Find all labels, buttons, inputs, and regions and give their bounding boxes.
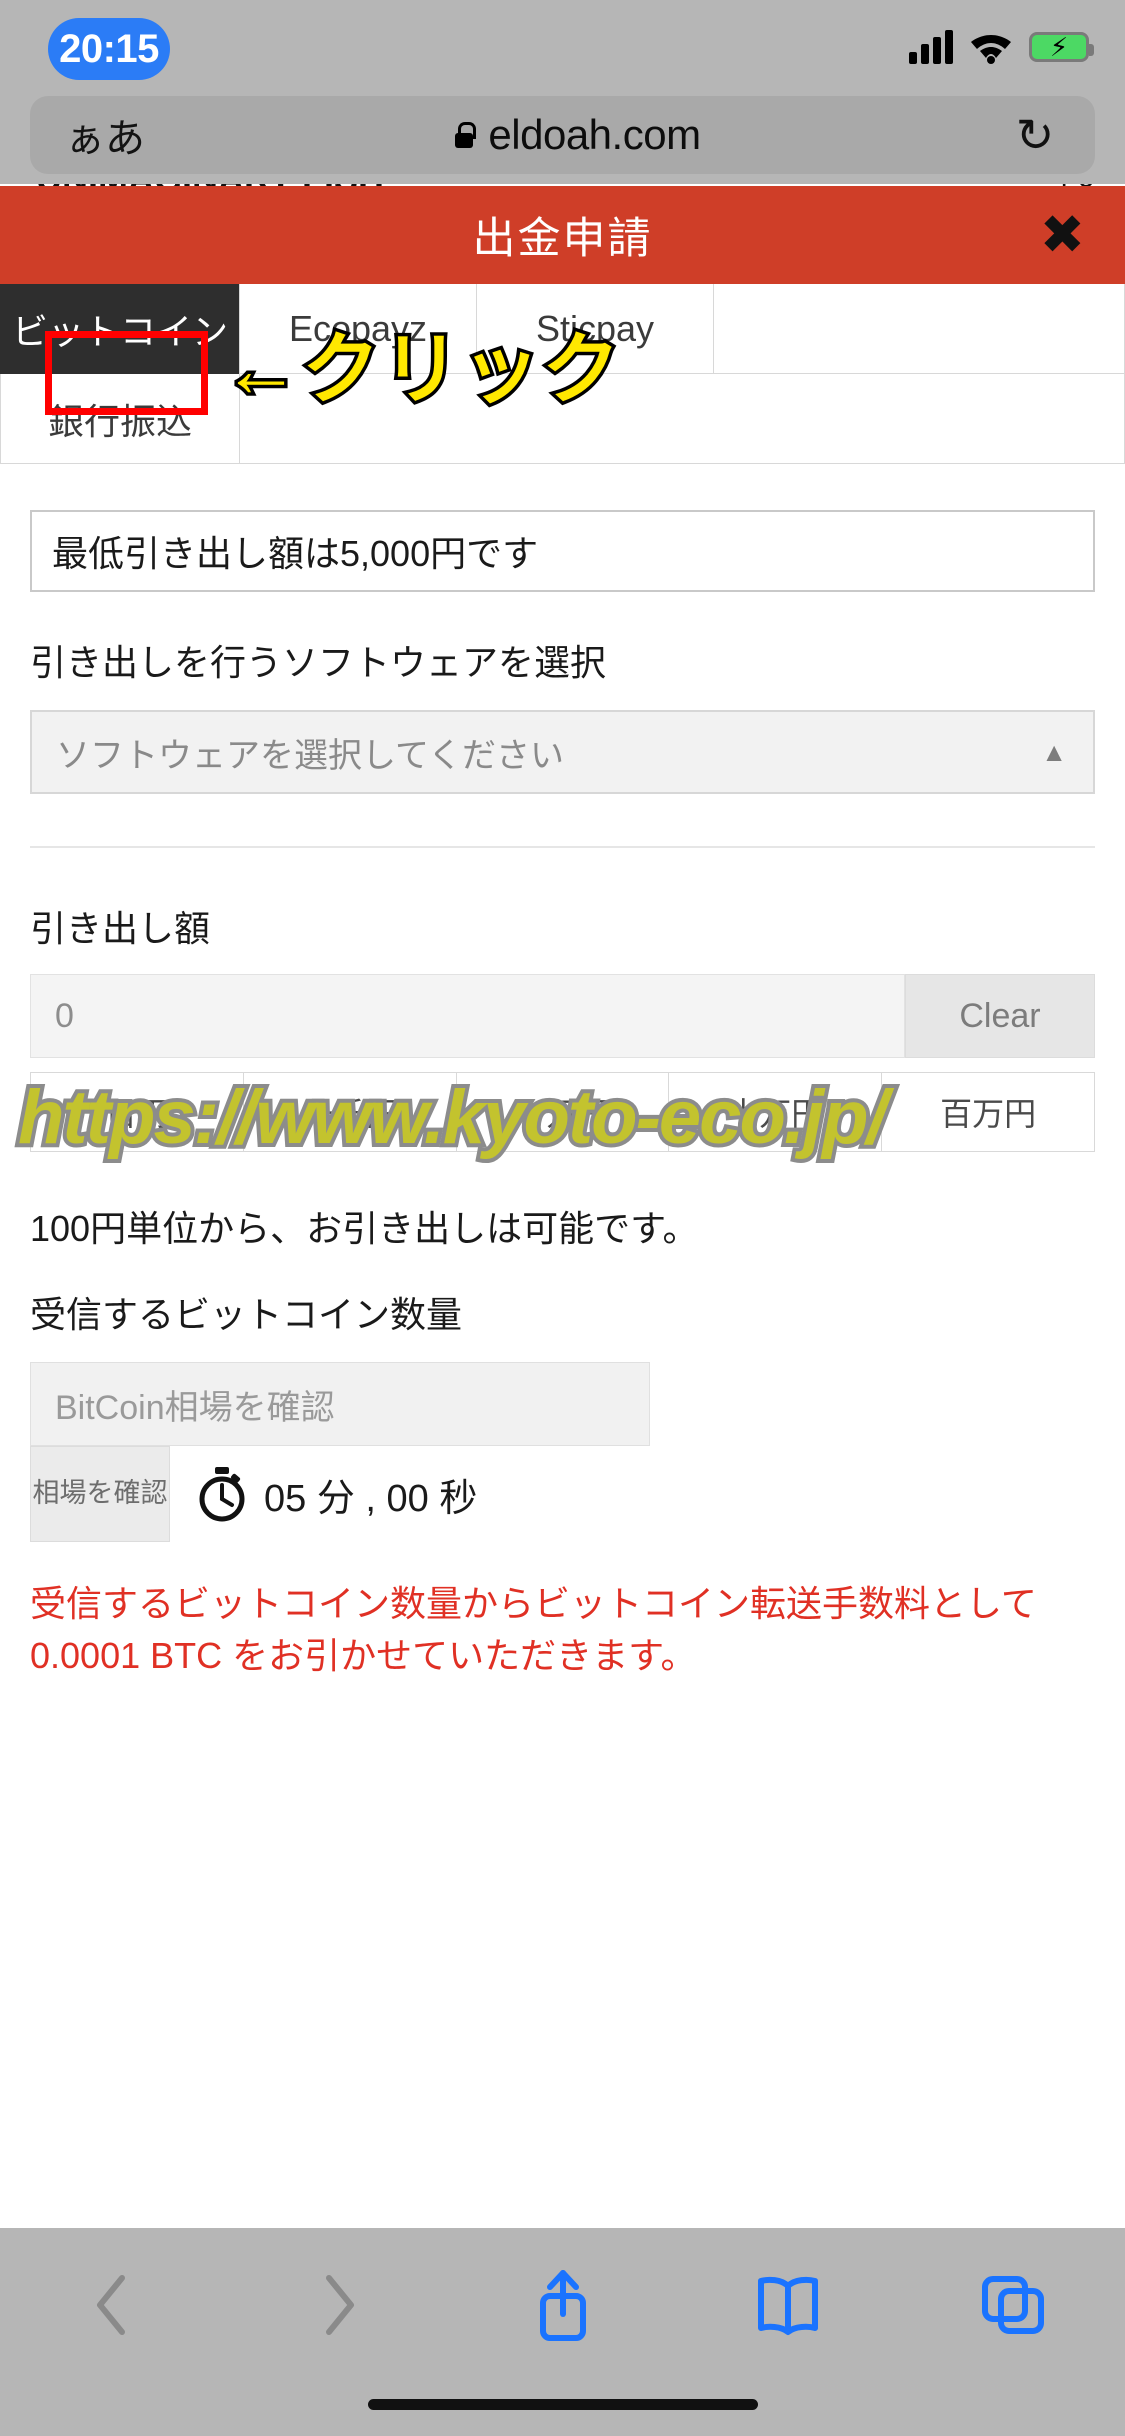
lock-icon bbox=[454, 122, 477, 148]
software-select-value: ソフトウェアを選択してください bbox=[56, 736, 564, 775]
quick-amount-1000000[interactable]: 百万円 bbox=[881, 1072, 1095, 1152]
text-size-button[interactable]: ぁあ bbox=[30, 106, 180, 164]
home-indicator bbox=[367, 2399, 758, 2410]
status-icons: ⚡ bbox=[909, 22, 1094, 72]
quick-amount-100-label: 百円 bbox=[104, 1096, 169, 1132]
software-select-label: 引き出しを行うソフトウェアを選択 bbox=[30, 642, 607, 683]
btc-rate-input-value: BitCoin相場を確認 bbox=[55, 1388, 335, 1427]
btc-rate-input[interactable]: BitCoin相場を確認 bbox=[30, 1362, 650, 1446]
withdrawal-form: 最低引き出し額は5,000円です 引き出しを行うソフトウェアを選択 ソフトウェア… bbox=[0, 470, 1125, 1682]
quick-amount-100000-label: 十万円 bbox=[727, 1096, 824, 1132]
share-icon[interactable] bbox=[450, 2266, 675, 2344]
fee-warning: 受信するビットコイン数量からビットコイン転送手数料として0.0001 BTC を… bbox=[30, 1583, 1037, 1677]
timer-text: 05 分 , 00 秒 bbox=[264, 1477, 478, 1520]
btc-amount-label: 受信するビットコイン数量 bbox=[30, 1294, 463, 1335]
quick-amount-1000000-label: 百万円 bbox=[940, 1096, 1037, 1132]
tab-bitcoin-label: ビットコイン bbox=[11, 310, 228, 352]
status-time: 20:15 bbox=[59, 26, 159, 71]
section-divider bbox=[30, 846, 1095, 848]
status-time-pill: 20:15 bbox=[48, 18, 170, 80]
amount-label: 引き出し額 bbox=[30, 908, 211, 949]
amount-input-row: 0 Clear bbox=[30, 974, 1095, 1058]
tab-bitcoin[interactable]: ビットコイン bbox=[0, 284, 240, 374]
check-rate-button[interactable]: 相場を確認 bbox=[30, 1446, 170, 1542]
chevron-right-icon[interactable] bbox=[225, 2272, 450, 2338]
chevron-up-icon: ▲ bbox=[1041, 736, 1067, 767]
browser-url-bar[interactable]: ぁあ eldoah.com ↻ bbox=[30, 96, 1095, 174]
url-display[interactable]: eldoah.com bbox=[180, 111, 975, 159]
page-title: 出金申請 bbox=[472, 215, 653, 263]
close-icon[interactable]: ✖ bbox=[1040, 208, 1085, 262]
tab-row-filler bbox=[714, 284, 1125, 374]
clear-button[interactable]: Clear bbox=[905, 974, 1095, 1058]
software-select[interactable]: ソフトウェアを選択してください ▲ bbox=[30, 710, 1095, 794]
ios-status-and-url-area: 20:15 ⚡ ぁあ eldoah.com ↻ bbox=[0, 0, 1125, 184]
unit-note: 100円単位から、お引き出しは可能です。 bbox=[30, 1208, 699, 1249]
book-icon[interactable] bbox=[675, 2274, 900, 2336]
quick-amount-1000-label: 一千円 bbox=[301, 1096, 398, 1132]
rate-timer: 05 分 , 00 秒 bbox=[196, 1466, 477, 1522]
tabs-icon[interactable] bbox=[900, 2274, 1125, 2336]
reload-icon[interactable]: ↻ bbox=[975, 108, 1095, 162]
quick-amount-10000[interactable]: 一万円 bbox=[455, 1072, 670, 1152]
stopwatch-icon bbox=[196, 1466, 248, 1522]
url-text: eldoah.com bbox=[488, 111, 701, 158]
battery-charging-icon: ⚡ bbox=[1029, 32, 1094, 62]
amount-input-value: 0 bbox=[55, 996, 74, 1035]
clear-button-label: Clear bbox=[959, 996, 1041, 1035]
modal-header: 出金申請 ✖ bbox=[0, 186, 1125, 284]
minimum-amount-notice: 最低引き出し額は5,000円です bbox=[30, 510, 1095, 592]
tab-bank-transfer-label: 銀行振込 bbox=[47, 400, 192, 442]
wifi-icon bbox=[969, 30, 1013, 64]
btc-rate-row: 相場を確認 05 分 , 00 秒 bbox=[30, 1446, 1095, 1542]
quick-amount-1000[interactable]: 一千円 bbox=[242, 1072, 457, 1152]
cellular-signal-icon bbox=[909, 30, 953, 64]
quick-amount-10000-label: 一万円 bbox=[514, 1096, 611, 1132]
amount-input[interactable]: 0 bbox=[30, 974, 905, 1058]
quick-amount-100000[interactable]: 十万円 bbox=[668, 1072, 883, 1152]
quick-amount-100[interactable]: 百円 bbox=[30, 1072, 244, 1152]
browser-bottom-toolbar bbox=[0, 2228, 1125, 2436]
annotation-click-arrow: ←クリック bbox=[218, 325, 623, 413]
chevron-left-icon[interactable] bbox=[0, 2272, 225, 2338]
tab-bank-transfer[interactable]: 銀行振込 bbox=[0, 374, 240, 464]
check-rate-button-label: 相場を確認 bbox=[32, 1478, 168, 1509]
minimum-amount-text: 最低引き出し額は5,000円です bbox=[52, 533, 539, 574]
quick-amount-row: 百円 一千円 一万円 十万円 百万円 bbox=[30, 1072, 1095, 1152]
